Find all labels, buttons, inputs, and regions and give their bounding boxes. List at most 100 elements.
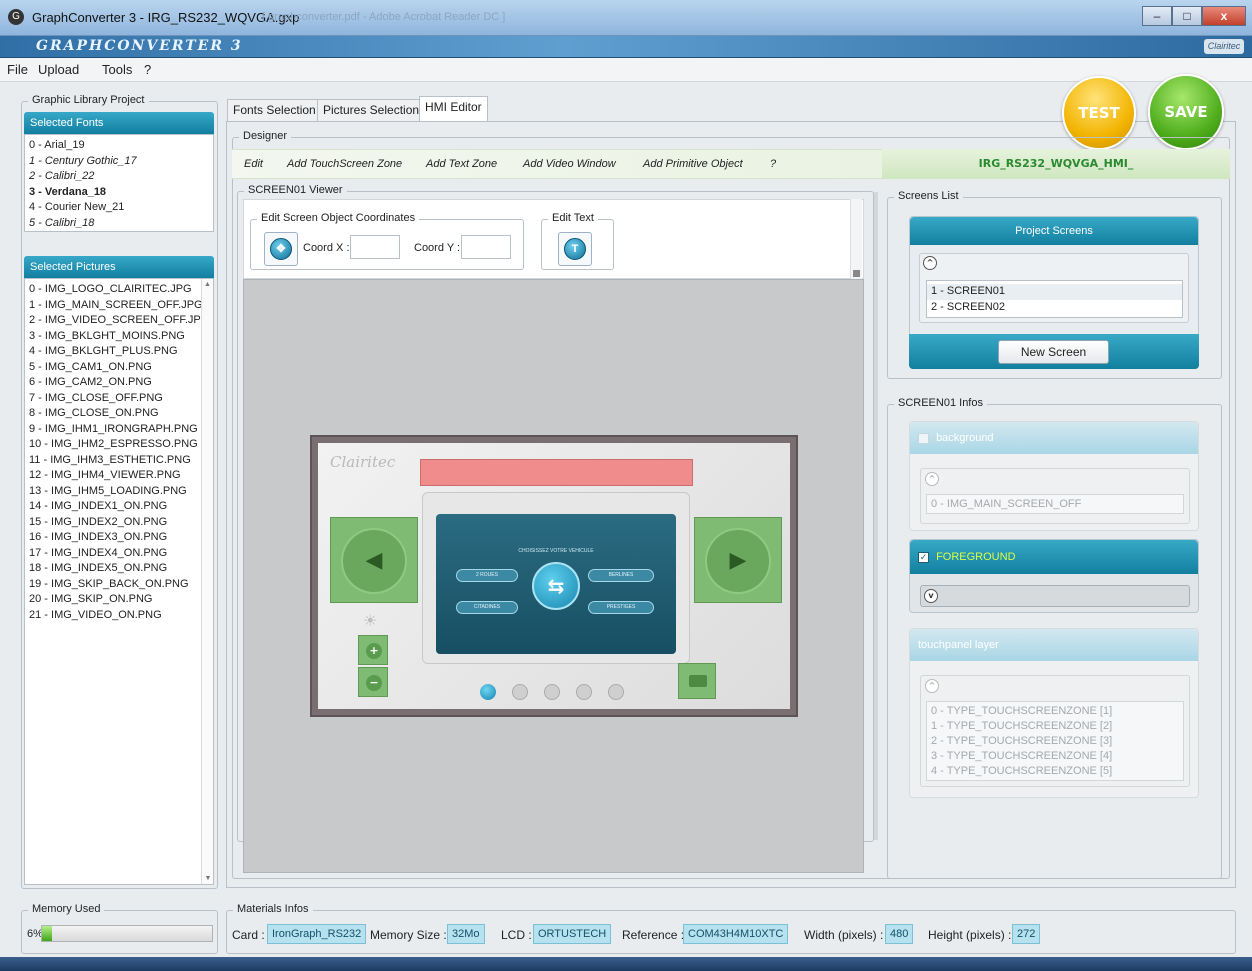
- close-button[interactable]: x: [1202, 6, 1246, 26]
- new-screen-button[interactable]: New Screen: [998, 340, 1109, 364]
- list-item[interactable]: 8 - IMG_CLOSE_ON.PNG: [25, 406, 213, 422]
- background-select[interactable]: 0 - IMG_MAIN_SCREEN_OFF: [926, 494, 1184, 514]
- toolbar-add-primitive-object[interactable]: Add Primitive Object: [643, 158, 743, 170]
- collapse-icon[interactable]: ^: [925, 679, 939, 693]
- list-item[interactable]: 3 - Verdana_18: [25, 185, 213, 201]
- list-item[interactable]: 2 - TYPE_TOUCHSCREENZONE [3]: [927, 734, 1183, 749]
- list-item[interactable]: 14 - IMG_INDEX1_ON.PNG: [25, 499, 213, 515]
- list-item[interactable]: 10 - IMG_IHM2_ESPRESSO.PNG: [25, 437, 213, 453]
- fonts-list[interactable]: 0 - Arial_19 1 - Century Gothic_17 2 - C…: [24, 134, 214, 232]
- list-item[interactable]: 5 - Calibri_18: [25, 216, 213, 232]
- list-item[interactable]: 2 - SCREEN02: [927, 300, 1182, 316]
- touch-zone-brightness-down[interactable]: −: [358, 667, 388, 697]
- list-item[interactable]: 4 - IMG_BKLGHT_PLUS.PNG: [25, 344, 213, 360]
- move-object-button[interactable]: ✥: [264, 232, 298, 266]
- foreground-header: ✓ FOREGROUND: [910, 540, 1198, 574]
- list-item[interactable]: 0 - IMG_LOGO_CLAIRITEC.JPG: [25, 282, 213, 298]
- toolbar-edit[interactable]: Edit: [244, 158, 263, 170]
- touch-zone-video[interactable]: [678, 663, 716, 699]
- tab-fonts-selection[interactable]: Fonts Selection: [227, 99, 322, 121]
- menu-help[interactable]: ?: [144, 62, 151, 77]
- memory-progress-fill: [42, 926, 53, 941]
- list-item[interactable]: 4 - TYPE_TOUCHSCREENZONE [5]: [927, 764, 1183, 779]
- list-item[interactable]: 6 - IMG_CAM2_ON.PNG: [25, 375, 213, 391]
- list-item[interactable]: 15 - IMG_INDEX2_ON.PNG: [25, 515, 213, 531]
- tab-pictures-selection[interactable]: Pictures Selection: [317, 99, 426, 121]
- list-item[interactable]: 0 - TYPE_TOUCHSCREENZONE [1]: [927, 704, 1183, 719]
- touch-zone-brightness-up[interactable]: +: [358, 635, 388, 665]
- list-item[interactable]: 4 - Courier New_21: [25, 200, 213, 216]
- coord-y-input[interactable]: [461, 235, 511, 259]
- list-item[interactable]: 11 - IMG_IHM3_ESTHETIC.PNG: [25, 453, 213, 469]
- list-item[interactable]: 5 - IMG_CAM1_ON.PNG: [25, 360, 213, 376]
- project-screens-header: Project Screens: [910, 217, 1198, 245]
- list-item[interactable]: 3 - TYPE_TOUCHSCREENZONE [4]: [927, 749, 1183, 764]
- menu-bar: File Upload Tools ?: [0, 58, 1252, 82]
- touchpanel-list[interactable]: 0 - TYPE_TOUCHSCREENZONE [1] 1 - TYPE_TOU…: [926, 701, 1184, 781]
- splitter[interactable]: [874, 192, 878, 840]
- list-item[interactable]: 20 - IMG_SKIP_ON.PNG: [25, 592, 213, 608]
- list-item[interactable]: 0 - Arial_19: [25, 138, 213, 154]
- text-icon: T: [564, 238, 586, 260]
- collapse-icon[interactable]: ^: [925, 472, 939, 486]
- toolbar-add-text-zone[interactable]: Add Text Zone: [426, 158, 497, 170]
- list-item[interactable]: 18 - IMG_INDEX5_ON.PNG: [25, 561, 213, 577]
- viewer-toolbar-scrollbar[interactable]: [850, 199, 862, 279]
- touch-zone-next[interactable]: ▶: [694, 517, 782, 603]
- list-item[interactable]: 7 - IMG_CLOSE_OFF.PNG: [25, 391, 213, 407]
- list-item[interactable]: 17 - IMG_INDEX4_ON.PNG: [25, 546, 213, 562]
- pictures-scrollbar[interactable]: ▲ ▼: [201, 279, 213, 884]
- list-item[interactable]: 19 - IMG_SKIP_BACK_ON.PNG: [25, 577, 213, 593]
- list-item[interactable]: 2 - IMG_VIDEO_SCREEN_OFF.JPG: [25, 313, 213, 329]
- brightness-icon: ☀: [363, 613, 378, 630]
- maximize-button[interactable]: □: [1172, 6, 1202, 26]
- list-item[interactable]: 1 - TYPE_TOUCHSCREENZONE [2]: [927, 719, 1183, 734]
- touch-zone-prev[interactable]: ◀: [330, 517, 418, 603]
- minimize-button[interactable]: –: [1142, 6, 1172, 26]
- tab-hmi-editor[interactable]: HMI Editor: [419, 96, 488, 122]
- screens-list[interactable]: 1 - SCREEN01 2 - SCREEN02: [926, 280, 1183, 318]
- foreground-expander[interactable]: v: [920, 585, 1190, 607]
- minus-icon: −: [366, 675, 382, 691]
- list-item[interactable]: 9 - IMG_IHM1_IRONGRAPH.PNG: [25, 422, 213, 438]
- window-controls: – □ x: [1142, 6, 1246, 26]
- list-item[interactable]: 3 - IMG_BKLGHT_MOINS.PNG: [25, 329, 213, 345]
- list-item[interactable]: 21 - IMG_VIDEO_ON.PNG: [25, 608, 213, 624]
- preview-logo: Clairitec: [330, 453, 396, 471]
- list-item[interactable]: 13 - IMG_IHM5_LOADING.PNG: [25, 484, 213, 500]
- edit-text-button[interactable]: T: [558, 232, 592, 266]
- list-item[interactable]: 16 - IMG_INDEX3_ON.PNG: [25, 530, 213, 546]
- list-item[interactable]: 1 - SCREEN01: [927, 284, 1182, 300]
- preview-menu-screen: CHOISISSEZ VOTRE VEHICULE 2 ROUES BERLIN…: [436, 514, 676, 654]
- coord-x-input[interactable]: [350, 235, 400, 259]
- list-item[interactable]: 2 - Calibri_22: [25, 169, 213, 185]
- touch-zone-title[interactable]: [420, 459, 693, 486]
- menu-upload[interactable]: Upload: [38, 62, 79, 77]
- foreground-label: FOREGROUND: [936, 551, 1016, 563]
- foreground-checkbox[interactable]: ✓: [918, 551, 929, 563]
- pictures-list[interactable]: 0 - IMG_LOGO_CLAIRITEC.JPG 1 - IMG_MAIN_S…: [24, 278, 214, 885]
- touchpanel-panel: touchpanel layer ^ 0 - TYPE_TOUCHSCREENZ…: [909, 628, 1199, 798]
- collapse-icon[interactable]: ^: [923, 256, 937, 270]
- device-preview[interactable]: Clairitec CHOISISSEZ VOTRE VEHICULE 2 RO…: [310, 435, 798, 717]
- list-item[interactable]: 1 - IMG_MAIN_SCREEN_OFF.JPG: [25, 298, 213, 314]
- foreground-panel: ✓ FOREGROUND v: [909, 539, 1199, 613]
- background-header: background: [910, 422, 1198, 454]
- brand-logo: Clairitec: [1204, 39, 1244, 54]
- reference-label: Reference :: [622, 928, 685, 942]
- expand-icon[interactable]: v: [924, 589, 938, 603]
- list-item[interactable]: 1 - Century Gothic_17: [25, 154, 213, 170]
- list-item[interactable]: 12 - IMG_IHM4_VIEWER.PNG: [25, 468, 213, 484]
- title-bar: G GraphConverter 3 - IRG_RS232_WQVGA.gxp…: [0, 0, 1252, 36]
- menu-file[interactable]: File: [7, 62, 28, 77]
- preview-option: CITADINES: [456, 601, 518, 614]
- menu-tools[interactable]: Tools: [102, 62, 132, 77]
- background-checkbox[interactable]: [918, 432, 929, 444]
- toolbar-add-touchscreen-zone[interactable]: Add TouchScreen Zone: [287, 158, 402, 170]
- toolbar-help[interactable]: ?: [770, 158, 776, 170]
- width-value: 480: [885, 924, 914, 944]
- page-dot: [608, 684, 624, 700]
- selected-fonts-header: Selected Fonts: [24, 112, 214, 134]
- toolbar-add-video-window[interactable]: Add Video Window: [523, 158, 616, 170]
- screen-infos-title: SCREEN01 Infos: [894, 397, 987, 409]
